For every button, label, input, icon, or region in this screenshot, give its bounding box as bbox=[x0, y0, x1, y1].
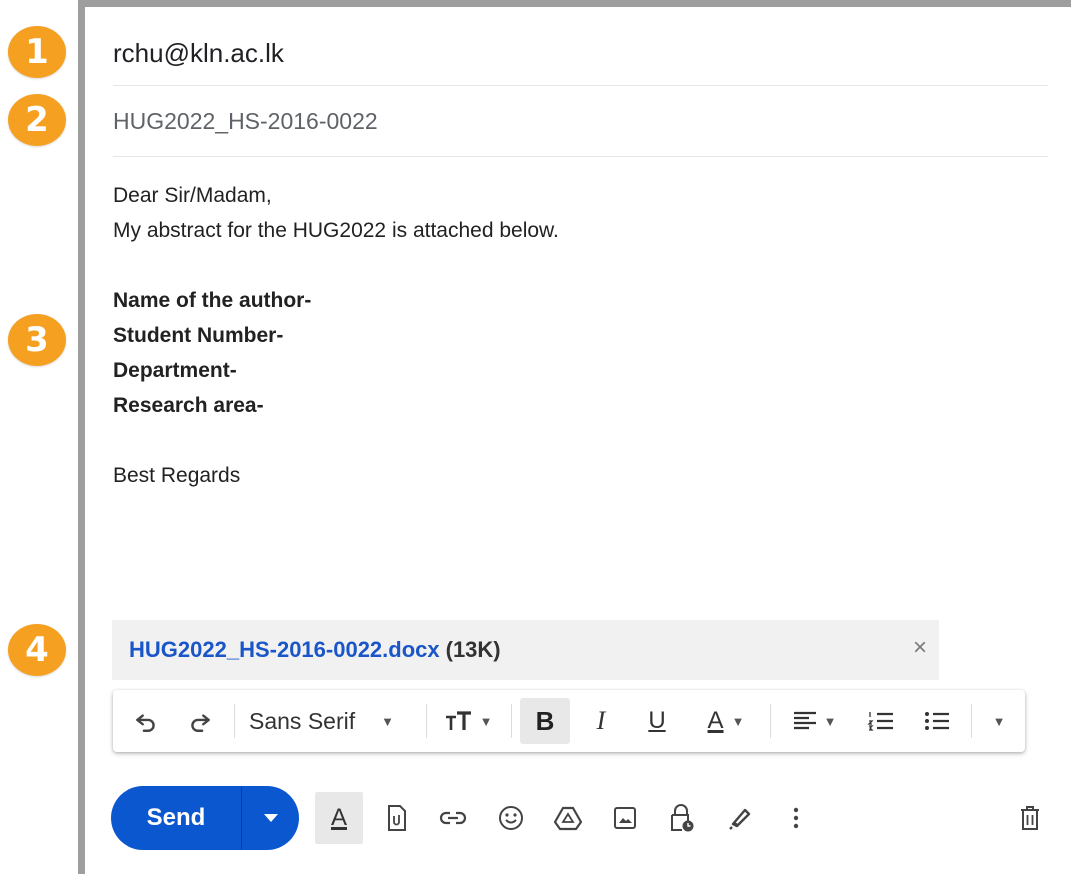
link-icon bbox=[439, 811, 467, 825]
text-color-icon: A bbox=[707, 707, 724, 734]
bulleted-list-button[interactable] bbox=[913, 690, 961, 752]
chevron-down-icon: ▼ bbox=[381, 713, 394, 729]
subject-text[interactable]: HUG2022_HS-2016-0022 bbox=[113, 108, 378, 135]
intro-line: My abstract for the HUG2022 is attached … bbox=[113, 219, 559, 242]
bulleted-list-icon bbox=[925, 712, 949, 730]
chevron-down-icon: ▼ bbox=[823, 713, 837, 729]
student-number-line: Student Number- bbox=[113, 324, 284, 347]
chevron-down-icon: ▼ bbox=[731, 713, 745, 729]
underline-button[interactable]: U bbox=[633, 690, 681, 752]
font-family-select[interactable]: Sans Serif ▼ bbox=[241, 690, 419, 752]
align-button[interactable]: ▼ bbox=[779, 690, 849, 752]
insert-photo-button[interactable] bbox=[601, 792, 649, 844]
recipient-address[interactable]: rchu@kln.ac.lk bbox=[113, 38, 284, 69]
font-size-button[interactable]: ▼ bbox=[433, 690, 503, 752]
font-family-label: Sans Serif bbox=[249, 707, 356, 734]
text-format-icon: A bbox=[330, 804, 347, 831]
trash-icon bbox=[1021, 806, 1039, 830]
attachment-name[interactable]: HUG2022_HS-2016-0022.docx bbox=[129, 637, 440, 663]
author-name-line: Name of the author- bbox=[113, 289, 312, 312]
redo-icon[interactable] bbox=[177, 690, 223, 752]
department-line: Department- bbox=[113, 359, 237, 382]
chevron-down-icon: ▼ bbox=[992, 713, 1006, 729]
subject-field[interactable]: HUG2022_HS-2016-0022 bbox=[113, 87, 1048, 157]
numbered-list-button[interactable] bbox=[857, 690, 905, 752]
text-size-icon bbox=[445, 711, 471, 730]
text-color-button[interactable]: A ▼ bbox=[691, 690, 761, 752]
discard-draft-button[interactable] bbox=[1006, 792, 1054, 844]
photo-icon bbox=[614, 807, 636, 829]
attachment-chip[interactable]: HUG2022_HS-2016-0022.docx (13K) × bbox=[112, 620, 939, 680]
insert-link-button[interactable] bbox=[429, 792, 477, 844]
more-vertical-icon bbox=[793, 807, 799, 829]
send-options-button[interactable] bbox=[242, 813, 299, 823]
callout-badge-3: 3 bbox=[8, 314, 66, 366]
pen-icon bbox=[729, 808, 751, 830]
insert-drive-file-button[interactable] bbox=[544, 792, 592, 844]
insert-signature-button[interactable] bbox=[715, 792, 763, 844]
align-left-icon bbox=[793, 711, 816, 730]
lock-clock-icon bbox=[671, 804, 694, 832]
more-formatting-options[interactable]: ▼ bbox=[979, 690, 1019, 752]
numbered-list-icon bbox=[867, 712, 893, 731]
research-area-line: Research area- bbox=[113, 394, 264, 417]
italic-button[interactable]: I bbox=[577, 690, 625, 752]
remove-attachment-icon[interactable]: × bbox=[913, 634, 927, 662]
insert-emoji-button[interactable] bbox=[487, 792, 535, 844]
drive-icon bbox=[553, 806, 583, 831]
attach-file-button[interactable] bbox=[373, 792, 421, 844]
send-button[interactable]: Send bbox=[111, 804, 241, 832]
formatting-toolbar: Sans Serif ▼ ▼ B I U A ▼ ▼ ▼ bbox=[113, 690, 1025, 752]
to-field[interactable]: rchu@kln.ac.lk bbox=[113, 22, 1048, 86]
callout-badge-2: 2 bbox=[8, 94, 66, 146]
callout-badge-1: 1 bbox=[8, 26, 66, 78]
send-button-group: Send bbox=[111, 786, 299, 850]
chevron-down-icon bbox=[263, 813, 278, 822]
chevron-down-icon: ▼ bbox=[479, 713, 493, 729]
attach-file-icon bbox=[388, 805, 406, 831]
undo-icon[interactable] bbox=[123, 690, 169, 752]
callout-badge-4: 4 bbox=[8, 624, 66, 676]
formatting-options-button[interactable]: A bbox=[315, 792, 363, 844]
closing-line: Best Regards bbox=[113, 464, 241, 487]
greeting-line: Dear Sir/Madam, bbox=[113, 184, 272, 207]
attachment-size: (13K) bbox=[445, 637, 501, 662]
more-options-button[interactable] bbox=[772, 792, 820, 844]
message-body[interactable]: Dear Sir/Madam, My abstract for the HUG2… bbox=[113, 178, 1013, 493]
confidential-mode-button[interactable] bbox=[658, 792, 706, 844]
emoji-icon bbox=[499, 806, 523, 830]
bold-button[interactable]: B bbox=[520, 698, 570, 744]
